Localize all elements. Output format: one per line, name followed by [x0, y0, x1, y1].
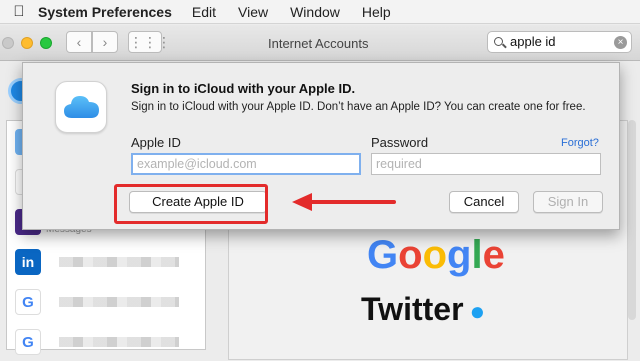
annotation-arrow-icon — [292, 193, 396, 211]
google-logo-letter: l — [471, 233, 483, 277]
cancel-button[interactable]: Cancel — [449, 191, 519, 213]
apple-id-field[interactable]: example@icloud.com — [131, 153, 361, 175]
menu-edit[interactable]: Edit — [192, 4, 216, 20]
apple-id-label: Apple ID — [131, 135, 181, 150]
menu-bar:  System Preferences Edit View Window He… — [0, 0, 640, 24]
zoom-window-button[interactable] — [40, 37, 52, 49]
google-logo-text: Google — [367, 233, 505, 277]
icloud-icon — [55, 81, 107, 133]
sign-in-button[interactable]: Sign In — [533, 191, 603, 213]
blurred-account-text — [59, 297, 179, 307]
provider-twitter[interactable]: Twitter ● — [361, 291, 485, 328]
menu-window[interactable]: Window — [290, 4, 340, 20]
password-field[interactable]: required — [371, 153, 601, 175]
linkedin-icon: in — [15, 249, 41, 275]
google-logo-letter: e — [482, 233, 505, 277]
search-value: apple id — [510, 34, 556, 49]
twitter-bird-icon: ● — [469, 296, 486, 326]
menu-help[interactable]: Help — [362, 4, 391, 20]
search-input[interactable]: apple id × — [487, 31, 632, 53]
close-window-button[interactable] — [2, 37, 14, 49]
menu-app-name[interactable]: System Preferences — [38, 4, 172, 20]
sheet-subtitle: Sign in to iCloud with your Apple ID. Do… — [131, 101, 586, 113]
clear-search-icon[interactable]: × — [614, 36, 627, 49]
provider-google[interactable]: Google — [367, 233, 505, 278]
forgot-password-link[interactable]: Forgot? — [561, 137, 599, 149]
google-icon: G — [15, 329, 41, 355]
back-button[interactable]: ‹ — [66, 31, 92, 53]
minimize-window-button[interactable] — [21, 37, 33, 49]
window-toolbar: ‹ › ⋮⋮⋮ Internet Accounts apple id × — [0, 25, 640, 61]
forward-button[interactable]: › — [92, 31, 118, 53]
menu-view[interactable]: View — [238, 4, 268, 20]
show-all-grid-button[interactable]: ⋮⋮⋮ — [128, 31, 171, 53]
google-logo-letter: G — [367, 233, 399, 277]
apple-menu-icon[interactable]:  — [0, 3, 38, 20]
password-label: Password — [371, 135, 429, 150]
providers-scrollbar[interactable] — [628, 120, 636, 320]
google-logo-letter: o — [422, 233, 447, 277]
blurred-account-text — [59, 257, 179, 267]
annotation-highlight-box — [114, 184, 268, 224]
list-item[interactable]: in — [15, 245, 205, 281]
list-item[interactable]: G — [15, 325, 205, 361]
sheet-title: Sign in to iCloud with your Apple ID. — [131, 81, 356, 96]
google-icon: G — [15, 289, 41, 315]
twitter-logo-text: Twitter — [361, 291, 464, 327]
blurred-account-text — [59, 337, 179, 347]
window-title: Internet Accounts — [268, 36, 369, 51]
google-logo-letter: o — [398, 233, 423, 277]
search-icon — [494, 37, 503, 46]
google-logo-letter: g — [447, 233, 472, 277]
list-item[interactable]: G — [15, 285, 205, 321]
